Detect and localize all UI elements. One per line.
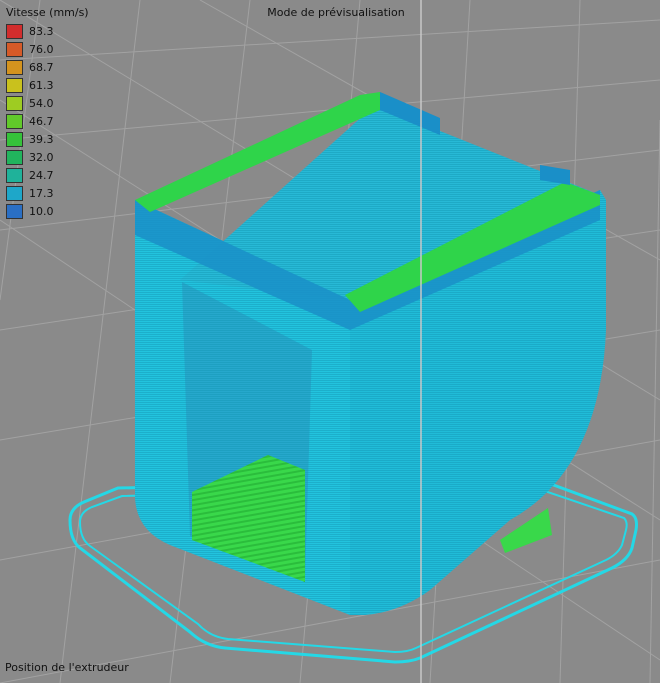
legend-entry: 83.3: [6, 22, 89, 40]
legend-entry: 76.0: [6, 40, 89, 58]
legend-entry: 61.3: [6, 76, 89, 94]
legend-value: 61.3: [29, 78, 54, 92]
legend-value: 39.3: [29, 132, 54, 146]
preview-viewport[interactable]: [0, 0, 660, 683]
legend-entry: 68.7: [6, 58, 89, 76]
legend-color-swatch: [6, 131, 23, 147]
legend-value: 17.3: [29, 186, 54, 200]
legend-entry: 24.7: [6, 166, 89, 184]
speed-legend: Vitesse (mm/s) 83.3 76.0 68.7 61.3 54.0 46.7 3…: [6, 6, 89, 220]
legend-value: 10.0: [29, 204, 54, 218]
legend-color-swatch: [6, 167, 23, 183]
preview-mode-title: Mode de prévisualisation: [267, 6, 405, 19]
legend-color-swatch: [6, 113, 23, 129]
legend-color-swatch: [6, 77, 23, 93]
legend-color-swatch: [6, 41, 23, 57]
legend-entry: 10.0: [6, 202, 89, 220]
legend-color-swatch: [6, 95, 23, 111]
extruder-position-label: Position de l'extrudeur: [5, 661, 129, 674]
legend-color-swatch: [6, 59, 23, 75]
legend-color-swatch: [6, 185, 23, 201]
legend-entry: 32.0: [6, 148, 89, 166]
legend-value: 24.7: [29, 168, 54, 182]
legend-color-swatch: [6, 203, 23, 219]
legend-value: 68.7: [29, 60, 54, 74]
legend-entry: 17.3: [6, 184, 89, 202]
legend-value: 32.0: [29, 150, 54, 164]
legend-color-swatch: [6, 23, 23, 39]
legend-entry: 46.7: [6, 112, 89, 130]
legend-entry: 54.0: [6, 94, 89, 112]
legend-value: 46.7: [29, 114, 54, 128]
legend-value: 83.3: [29, 24, 54, 38]
legend-value: 76.0: [29, 42, 54, 56]
legend-color-swatch: [6, 149, 23, 165]
legend-value: 54.0: [29, 96, 54, 110]
legend-entry: 39.3: [6, 130, 89, 148]
legend-title: Vitesse (mm/s): [6, 6, 89, 19]
